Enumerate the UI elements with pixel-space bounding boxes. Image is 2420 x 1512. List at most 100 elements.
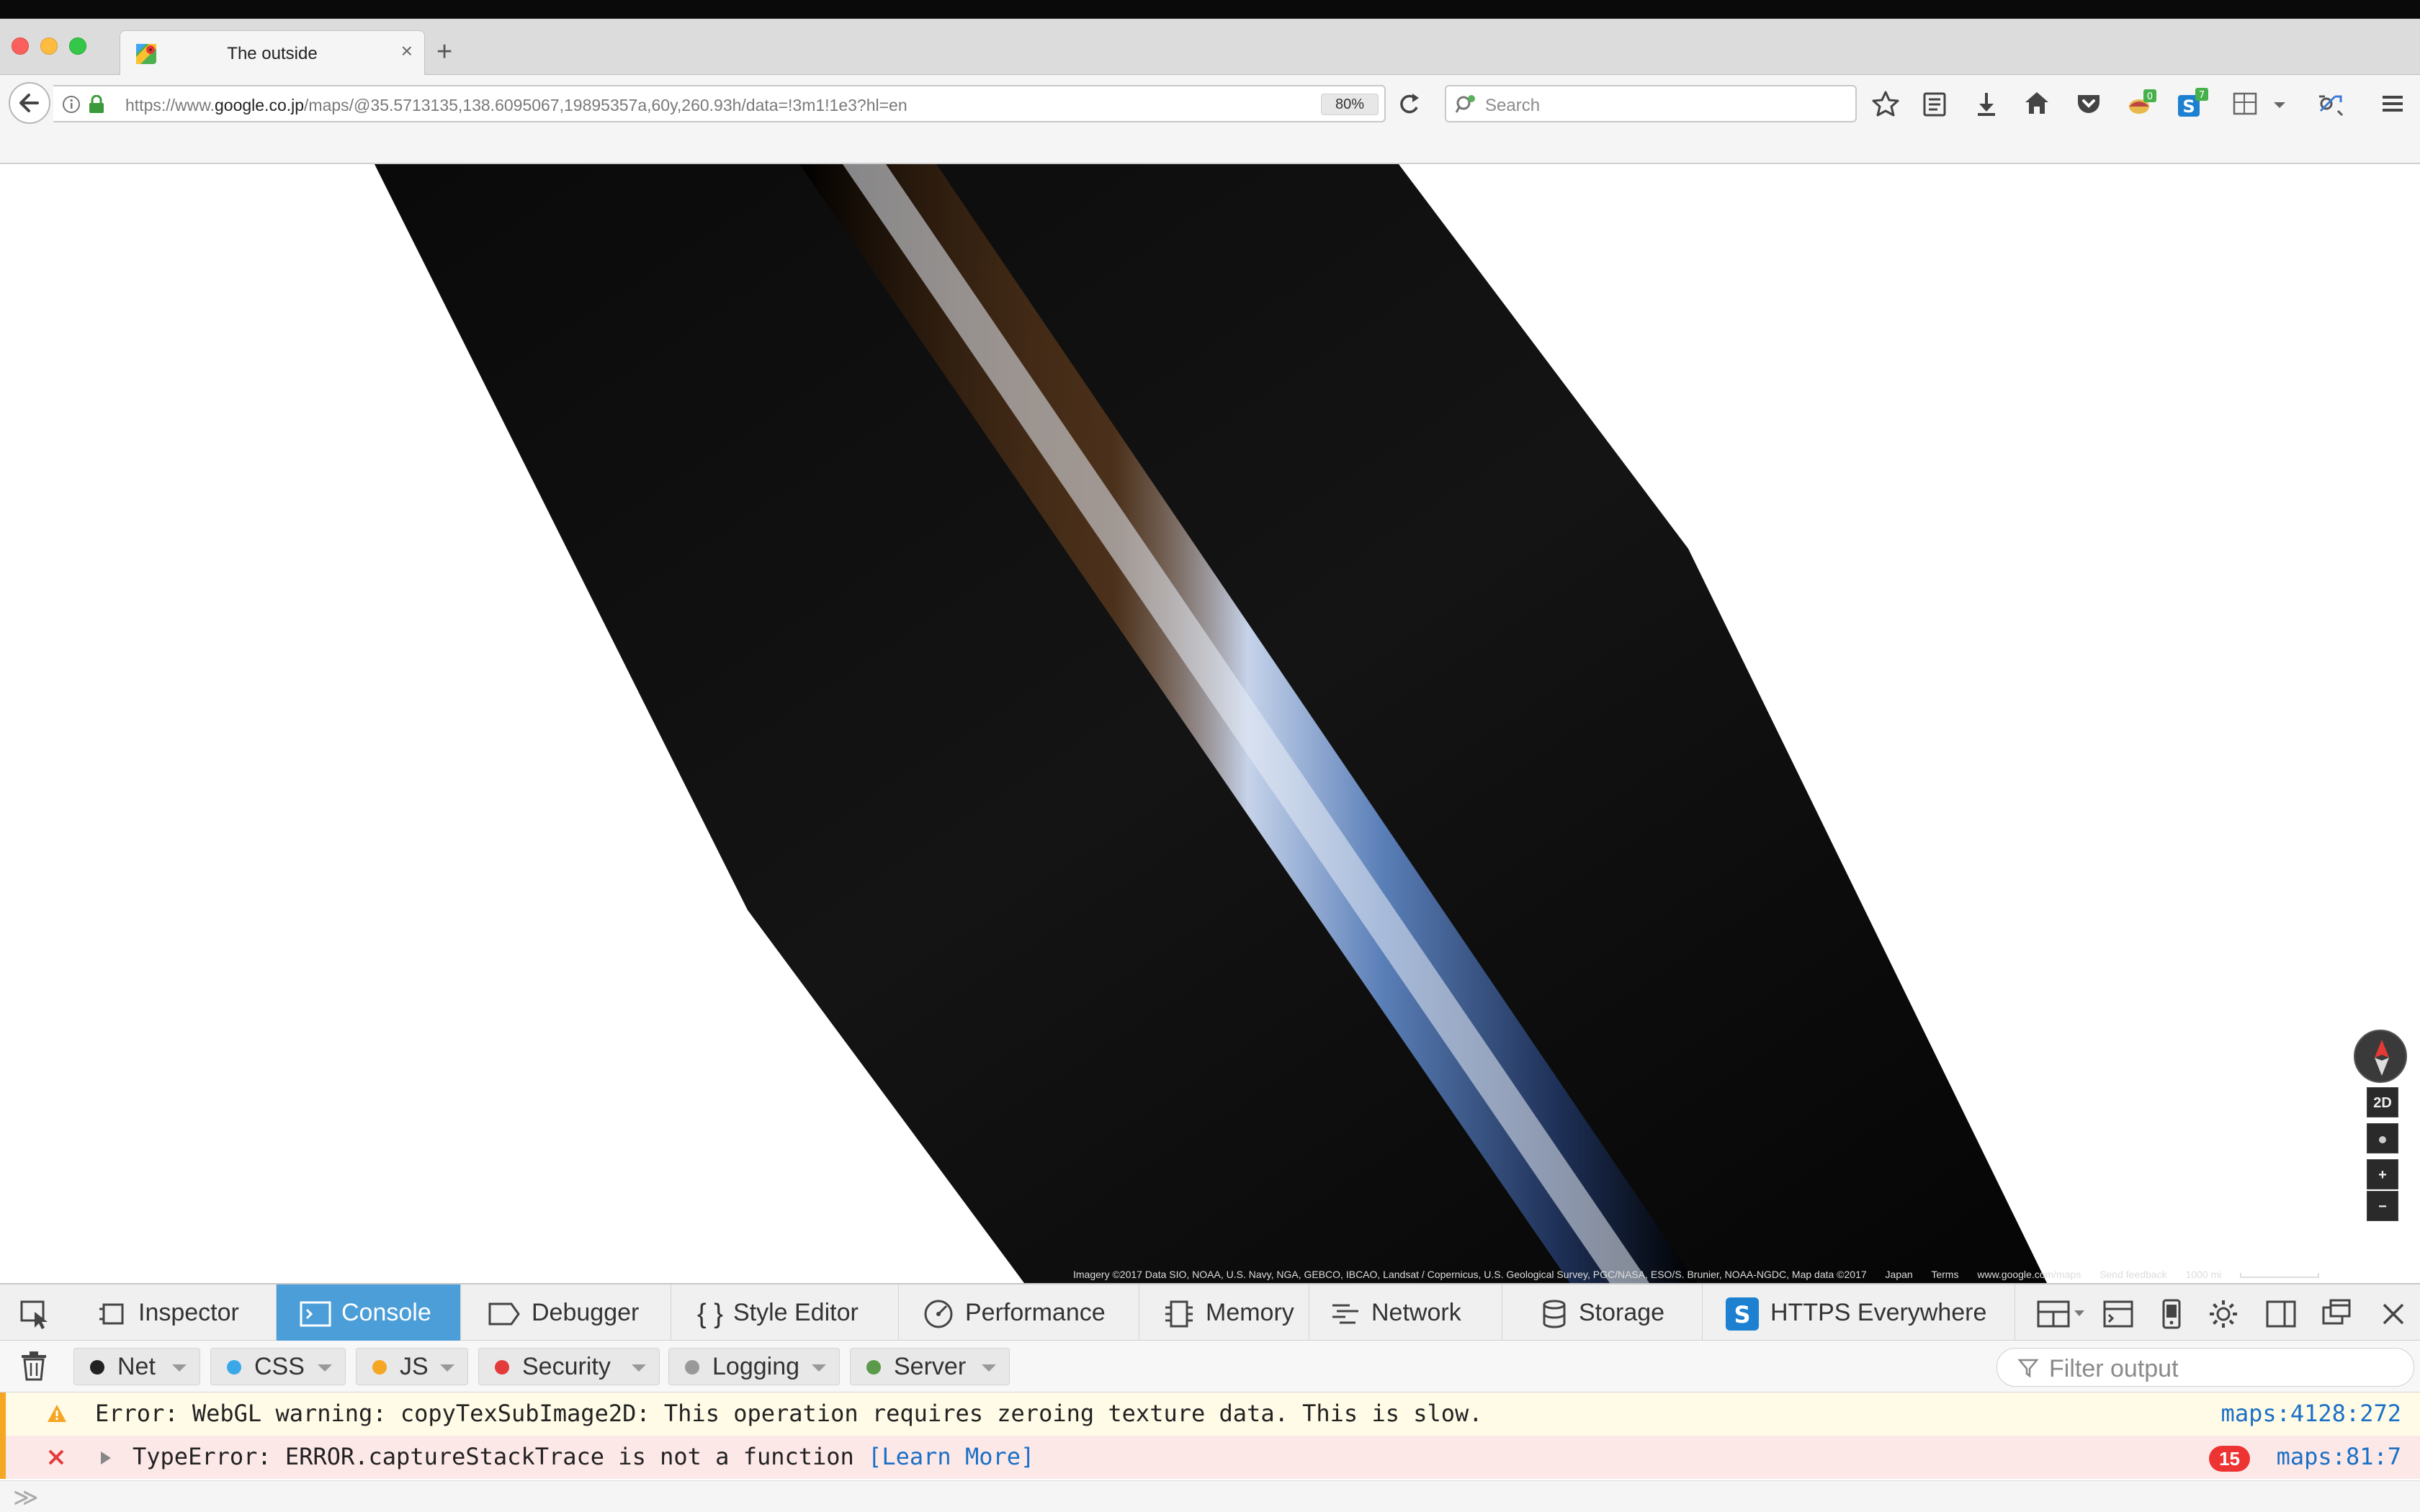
filter-output-input[interactable]: Filter output [1996,1348,2414,1387]
security-dot [495,1360,509,1374]
server-dot [866,1360,881,1374]
memory-chip-icon [1165,1300,1193,1328]
zoom-out-button[interactable]: − [2367,1191,2398,1221]
filter-security-button[interactable]: Security [478,1348,660,1385]
console-input[interactable]: ≫ [0,1480,2420,1512]
filter-js-button[interactable]: JS [356,1348,468,1385]
download-icon[interactable] [1969,86,2004,121]
pocket-icon[interactable] [2071,86,2106,121]
style-editor-icon: { } [697,1299,723,1330]
devtools-toolbar: Inspector Console Debugger { } Style Edit… [0,1283,2420,1341]
scale-label[interactable]: 1000 mi [2185,1269,2335,1280]
console-message-warning[interactable]: Error: WebGL warning: copyTexSubImage2D:… [0,1392,2420,1436]
window-minimize-button[interactable] [40,37,58,55]
search-bar[interactable]: Search [1445,85,1857,122]
learn-more-link[interactable]: [Learn More] [868,1443,1034,1470]
console-message-error[interactable]: TypeError: ERROR.captureStackTrace is no… [0,1436,2420,1479]
map-attribution: Imagery ©2017 Data SIO, NOAA, U.S. Navy,… [1073,1269,2351,1280]
chevron-down-icon[interactable] [2269,86,2290,121]
tab-style-editor[interactable]: { } Style Editor [671,1284,899,1341]
earth-horizon-imagery [375,164,2047,1283]
warning-triangle-icon [48,1405,66,1422]
reading-list-icon[interactable] [1917,86,1952,121]
zoom-in-button[interactable]: + [2367,1159,2398,1189]
tab-performance[interactable]: Performance [899,1284,1139,1341]
home-icon[interactable] [2020,86,2054,121]
region-label[interactable]: Japan [1886,1269,1913,1280]
extension-s-icon[interactable]: S 7 [2175,86,2210,121]
tab-console[interactable]: Console [277,1284,461,1341]
extension-tools-icon[interactable] [2313,86,2348,121]
tab-title: The outside [227,44,318,63]
my-location-button[interactable] [2367,1123,2398,1153]
map-viewport[interactable]: Imagery ©2017 Data SIO, NOAA, U.S. Navy,… [0,164,2420,1283]
error-x-icon [48,1449,64,1465]
back-button[interactable] [9,82,50,124]
js-dot [372,1360,387,1374]
extension-ghostery-icon[interactable]: 0 [2123,86,2158,121]
tab-bar: The outside × + [0,19,2420,75]
warning-source-link[interactable]: maps:4128:272 [2221,1392,2401,1434]
extension-grid-icon[interactable] [2228,86,2263,121]
filter-net-button[interactable]: Net [73,1348,200,1385]
filter-css-button[interactable]: CSS [210,1348,346,1385]
tab-debugger[interactable]: Debugger [461,1284,671,1341]
navigation-bar: https://www.google.co.jp/maps/@35.571313… [0,75,2420,132]
terms-link[interactable]: Terms [1931,1269,1958,1280]
close-tab-icon[interactable]: × [401,40,413,63]
error-text: TypeError: ERROR.captureStackTrace is no… [133,1443,1035,1470]
tab-storage[interactable]: Storage [1502,1284,1703,1341]
split-console-icon[interactable] [2102,1297,2135,1331]
debugger-icon [488,1302,520,1326]
tab-network[interactable]: Network [1309,1284,1502,1341]
bookmark-star-icon[interactable] [1868,86,1903,121]
reload-icon[interactable] [1390,85,1429,122]
responsive-design-icon[interactable] [2155,1297,2188,1331]
imagery-credit: Imagery ©2017 Data SIO, NOAA, U.S. Navy,… [1073,1269,1867,1280]
browser-tab-active[interactable]: The outside × [120,30,425,75]
tab-inspector[interactable]: Inspector [85,1284,277,1341]
clear-console-trash-icon[interactable] [17,1349,50,1382]
location-icon [2379,1135,2386,1143]
warning-text: Error: WebGL warning: copyTexSubImage2D:… [95,1400,1483,1427]
console-filter-bar: Net CSS JS Security Logging Server Filte… [0,1341,2420,1392]
maps-site-link[interactable]: www.google.com/maps [1977,1269,2081,1280]
dock-side-icon[interactable] [2264,1297,2298,1331]
compass-icon [2375,1040,2389,1076]
error-repeat-count-badge: 15 [2209,1446,2250,1472]
back-arrow-icon [19,94,39,112]
performance-gauge-icon [924,1300,953,1328]
toggle-2d-button[interactable]: 2D [2367,1087,2398,1117]
filter-funnel-icon [2017,1359,2039,1378]
filter-logging-button[interactable]: Logging [668,1348,840,1385]
logging-dot [685,1360,699,1374]
window-maximize-button[interactable] [69,37,86,55]
network-icon [1332,1304,1358,1324]
new-tab-button[interactable]: + [436,37,452,66]
screen-top-strip [0,0,2420,19]
filter-server-button[interactable]: Server [850,1348,1010,1385]
element-picker-icon[interactable] [19,1297,52,1331]
expand-triangle-icon[interactable] [99,1450,112,1466]
search-icon [1455,95,1475,113]
send-feedback-link[interactable]: Send feedback [2099,1269,2166,1280]
svg-text:S: S [1734,1301,1750,1328]
url-bar[interactable]: https://www.google.co.jp/maps/@35.571313… [53,85,1386,122]
url-text[interactable]: https://www.google.co.jp/maps/@35.571313… [125,96,908,115]
close-devtools-icon[interactable] [2377,1297,2410,1331]
undock-window-icon[interactable] [2321,1297,2354,1331]
info-icon[interactable] [62,95,81,114]
tab-memory[interactable]: Memory [1139,1284,1309,1341]
compass-button[interactable] [2354,1030,2407,1083]
settings-gear-icon[interactable] [2207,1297,2240,1331]
https-everywhere-icon: S [1726,1297,1759,1331]
tab-https-everywhere[interactable]: S HTTPS Everywhere [1703,1284,2015,1341]
error-source-link[interactable]: maps:81:7 [2277,1436,2401,1477]
css-dot [227,1360,241,1374]
console-output: Error: WebGL warning: copyTexSubImage2D:… [0,1392,2420,1512]
zoom-level-badge[interactable]: 80% [1321,94,1379,115]
lock-icon [89,95,104,113]
dock-layout-icon[interactable] [2035,1297,2089,1331]
window-close-button[interactable] [12,37,29,55]
hamburger-menu-icon[interactable] [2375,86,2410,121]
